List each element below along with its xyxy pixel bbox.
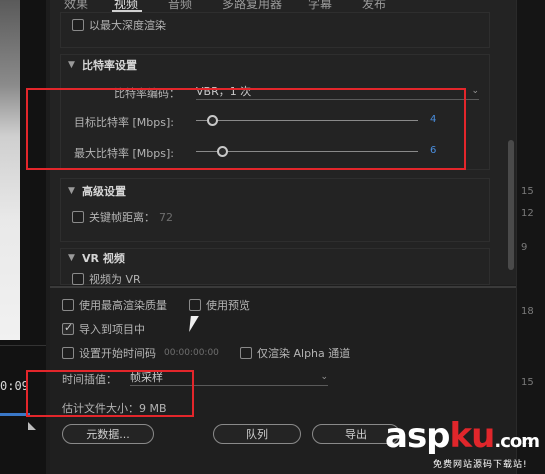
start-timecode-checkbox[interactable] bbox=[62, 347, 74, 359]
import-label: 导入到项目中 bbox=[79, 323, 145, 336]
mouse-cursor-icon bbox=[189, 316, 199, 332]
bitrate-section-title: 比特率设置 bbox=[82, 59, 137, 72]
bitrate-section-header[interactable]: ▼ 比特率设置 bbox=[68, 57, 137, 73]
watermark-asp: asp bbox=[385, 416, 451, 456]
bitrate-highlight-box bbox=[26, 88, 466, 170]
tab-publish[interactable]: 发布 bbox=[362, 0, 386, 10]
resize-corner-icon[interactable] bbox=[28, 422, 36, 430]
right-strip-number: 15 bbox=[521, 377, 534, 388]
preview-frame bbox=[0, 0, 20, 340]
keyframe-checkbox[interactable] bbox=[72, 211, 84, 223]
import-checkbox[interactable]: ✓ bbox=[62, 321, 74, 335]
checkmark-icon: ✓ bbox=[64, 321, 74, 334]
max-depth-label: 以最大深度渲染 bbox=[89, 19, 166, 32]
alpha-only-label: 仅渲染 Alpha 通道 bbox=[257, 347, 351, 360]
use-preview-row[interactable]: 使用预览 bbox=[189, 297, 250, 313]
vr-section-header[interactable]: ▼ VR 视频 bbox=[68, 250, 125, 266]
vr-checkbox-row[interactable]: 视频为 VR bbox=[72, 273, 141, 285]
use-preview-label: 使用预览 bbox=[206, 299, 250, 312]
tab-multiplexer[interactable]: 多路复用器 bbox=[222, 0, 282, 10]
right-panel-strip: 15 12 9 18 15 12 bbox=[516, 0, 545, 474]
max-quality-checkbox[interactable] bbox=[62, 299, 74, 311]
chevron-down-icon: ⌄ bbox=[320, 371, 328, 382]
filesize-highlight-box bbox=[26, 370, 194, 417]
start-timecode-label: 设置开始时间码 bbox=[79, 347, 156, 360]
aspku-watermark: aspku.com bbox=[385, 416, 540, 456]
vr-checkbox[interactable] bbox=[72, 273, 84, 285]
chevron-down-icon: ⌄ bbox=[471, 85, 479, 96]
preview-timecode: 0:09 bbox=[0, 379, 29, 393]
right-strip-number: 9 bbox=[521, 242, 528, 253]
preview-divider bbox=[0, 345, 46, 346]
watermark-subtitle: 免费网站源码下载站! bbox=[433, 460, 528, 470]
max-quality-row[interactable]: 使用最高渲染质量 bbox=[62, 297, 167, 313]
use-preview-checkbox[interactable] bbox=[189, 299, 201, 311]
alpha-only-row[interactable]: 仅渲染 Alpha 通道 bbox=[240, 345, 350, 361]
chevron-down-icon: ▼ bbox=[68, 60, 75, 70]
keyframe-value[interactable]: 72 bbox=[159, 211, 173, 224]
watermark-com: .com bbox=[494, 431, 540, 452]
chevron-down-icon: ▼ bbox=[68, 253, 75, 263]
alpha-only-checkbox[interactable] bbox=[240, 347, 252, 359]
settings-scrollbar[interactable] bbox=[508, 140, 514, 270]
vr-section-title: VR 视频 bbox=[82, 252, 125, 265]
tab-captions[interactable]: 字幕 bbox=[308, 0, 332, 10]
tab-audio[interactable]: 音频 bbox=[168, 0, 192, 10]
settings-tabs: 效果 视频 音频 多路复用器 字幕 发布 bbox=[50, 0, 516, 10]
tab-video[interactable]: 视频 bbox=[114, 0, 138, 10]
keyframe-checkbox-row[interactable]: 关键帧距离： 72 bbox=[72, 209, 173, 225]
vr-label: 视频为 VR bbox=[89, 273, 141, 285]
start-timecode-row[interactable]: 设置开始时间码 00:00:00:00 bbox=[62, 345, 219, 361]
queue-button[interactable]: 队列 bbox=[213, 424, 301, 444]
max-quality-label: 使用最高渲染质量 bbox=[79, 299, 167, 312]
tab-effects[interactable]: 效果 bbox=[64, 0, 88, 10]
keyframe-label: 关键帧距离： bbox=[89, 211, 155, 224]
watermark-ku: ku bbox=[449, 416, 496, 456]
start-timecode-value[interactable]: 00:00:00:00 bbox=[164, 348, 219, 358]
right-strip-number: 18 bbox=[521, 306, 534, 317]
right-strip-number: 15 bbox=[521, 186, 534, 197]
import-row[interactable]: ✓ 导入到项目中 bbox=[62, 321, 145, 337]
metadata-button[interactable]: 元数据... bbox=[62, 424, 154, 444]
max-depth-checkbox-row[interactable]: 以最大深度渲染 bbox=[72, 17, 166, 33]
chevron-down-icon: ▼ bbox=[68, 186, 75, 196]
right-strip-number: 12 bbox=[521, 208, 534, 219]
advanced-section-title: 高级设置 bbox=[82, 185, 126, 198]
advanced-section-header[interactable]: ▼ 高级设置 bbox=[68, 183, 126, 199]
max-depth-checkbox[interactable] bbox=[72, 19, 84, 31]
